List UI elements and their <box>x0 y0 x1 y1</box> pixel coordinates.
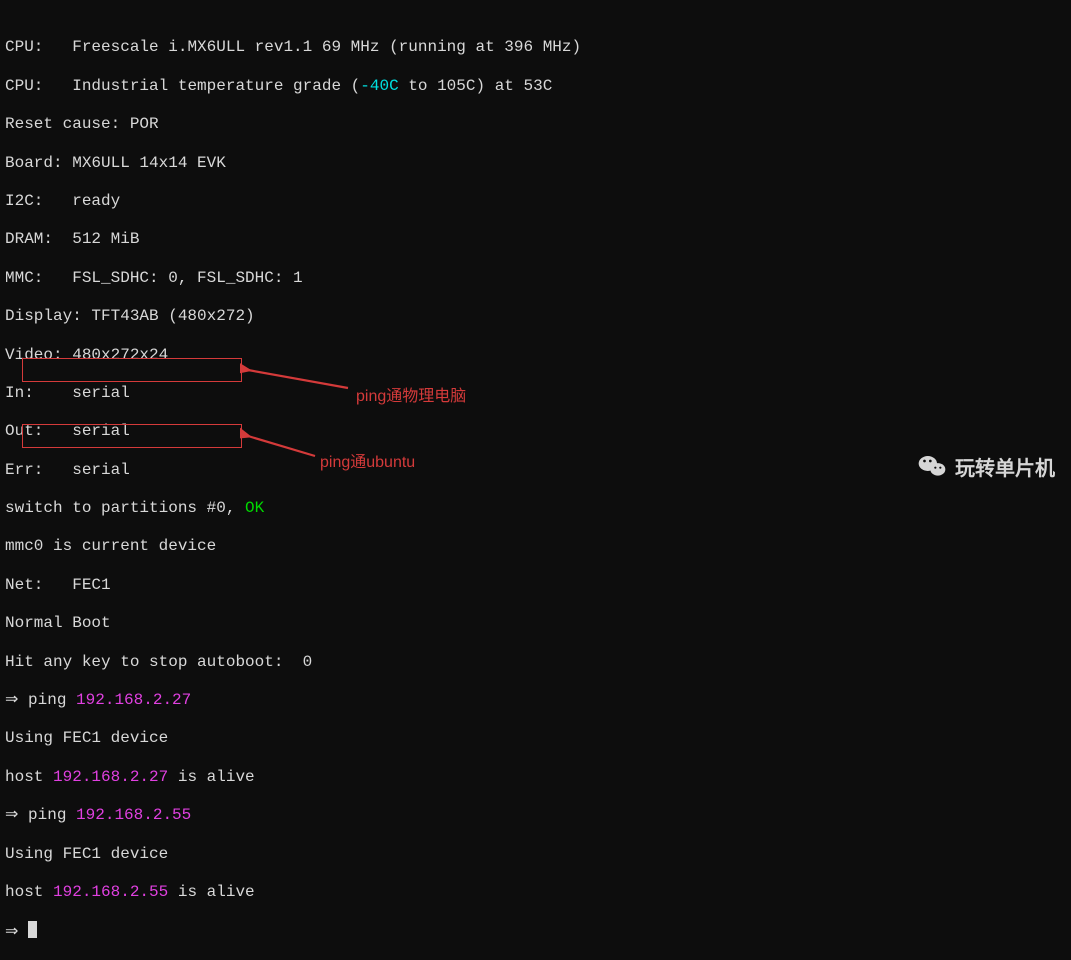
line-autoboot: Hit any key to stop autoboot: 0 <box>0 653 1071 672</box>
line-out: Out: serial <box>0 422 1071 441</box>
line-switch: switch to partitions #0, OK <box>0 499 1071 518</box>
watermark: 玩转单片机 <box>917 451 1055 481</box>
line-mmc: MMC: FSL_SDHC: 0, FSL_SDHC: 1 <box>0 269 1071 288</box>
prompt-cursor[interactable]: ⇒ <box>0 921 1071 940</box>
line-boot: Normal Boot <box>0 614 1071 633</box>
cursor-block <box>28 921 37 938</box>
prompt-ping2[interactable]: ⇒ ping 192.168.2.55 <box>0 806 1071 825</box>
line-fec1-b: Using FEC1 device <box>0 845 1071 864</box>
line-in: In: serial <box>0 384 1071 403</box>
line-board: Board: MX6ULL 14x14 EVK <box>0 154 1071 173</box>
line-err: Err: serial <box>0 461 1071 480</box>
wechat-icon <box>917 451 947 481</box>
line-alive1: host 192.168.2.27 is alive <box>0 768 1071 787</box>
line-video: Video: 480x272x24 <box>0 346 1071 365</box>
line-i2c: I2C: ready <box>0 192 1071 211</box>
line-cpu1: CPU: Freescale i.MX6ULL rev1.1 69 MHz (r… <box>0 38 1071 57</box>
line-dram: DRAM: 512 MiB <box>0 230 1071 249</box>
prompt-ping1[interactable]: ⇒ ping 192.168.2.27 <box>0 691 1071 710</box>
line-cpu2: CPU: Industrial temperature grade (-40C … <box>0 77 1071 96</box>
line-alive2: host 192.168.2.55 is alive <box>0 883 1071 902</box>
terminal-output: CPU: Freescale i.MX6ULL rev1.1 69 MHz (r… <box>0 0 1071 511</box>
watermark-text: 玩转单片机 <box>955 452 1055 481</box>
line-display: Display: TFT43AB (480x272) <box>0 307 1071 326</box>
line-mmc0: mmc0 is current device <box>0 537 1071 556</box>
line-net: Net: FEC1 <box>0 576 1071 595</box>
line-fec1-a: Using FEC1 device <box>0 729 1071 748</box>
line-reset: Reset cause: POR <box>0 115 1071 134</box>
